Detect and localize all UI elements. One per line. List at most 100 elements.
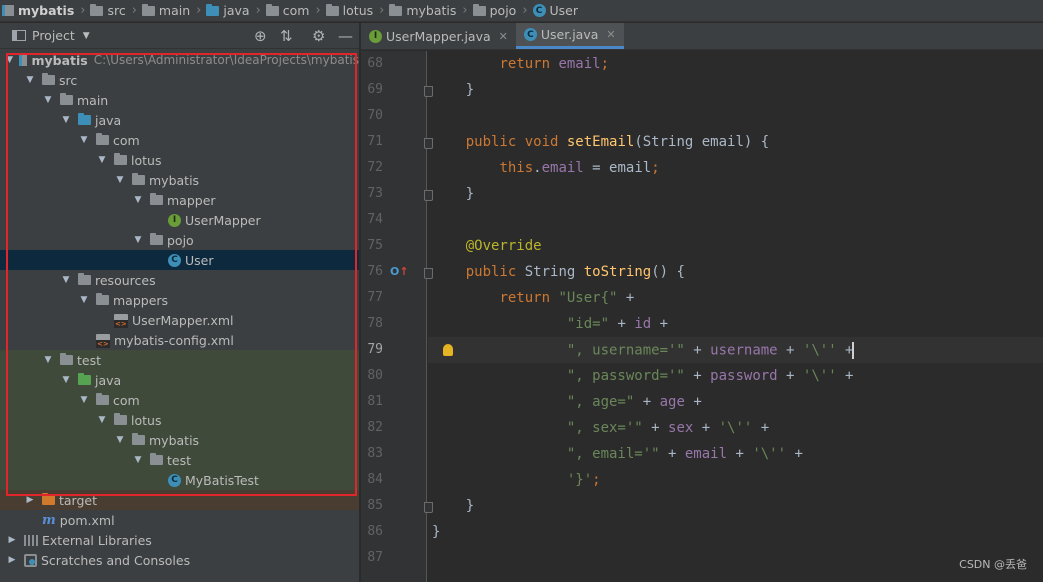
class-icon: C: [168, 253, 181, 267]
chevron-down-icon[interactable]: ▼: [6, 55, 13, 65]
breadcrumb-item[interactable]: lotus: [325, 3, 373, 18]
tree-item[interactable]: ▼ mapper: [0, 190, 359, 210]
code-token: '\'': [752, 446, 787, 462]
chevron-down-icon[interactable]: ▼: [60, 115, 72, 125]
tab-user-java[interactable]: C User.java ✕: [515, 23, 624, 49]
tree-item[interactable]: ▶ Scratches and Consoles: [0, 550, 359, 570]
chevron-down-icon[interactable]: ▼: [78, 295, 90, 305]
chevron-down-icon[interactable]: ▼: [60, 275, 72, 285]
chevron-down-icon[interactable]: ▼: [78, 135, 90, 145]
code-line[interactable]: }: [432, 498, 474, 514]
breadcrumb-label: src: [107, 3, 126, 18]
tree-item[interactable]: m pom.xml: [0, 510, 359, 530]
class-icon: C: [532, 4, 546, 17]
chevron-down-icon[interactable]: ▼: [42, 355, 54, 365]
code-line[interactable]: ", username='" + username + '\'' +: [432, 342, 855, 359]
collapse-all-icon[interactable]: ⇅: [280, 27, 293, 45]
tree-item[interactable]: ▼ src: [0, 70, 359, 90]
tree-item[interactable]: ▼ mybatis: [0, 430, 359, 450]
minimize-icon[interactable]: —: [338, 27, 353, 45]
close-icon[interactable]: ✕: [499, 30, 508, 43]
tree-item[interactable]: ▼ mybatis: [0, 170, 359, 190]
chevron-down-icon[interactable]: ▼: [132, 235, 144, 245]
chevron-right-icon[interactable]: ▶: [6, 535, 18, 545]
code-line[interactable]: return "User{" +: [432, 290, 634, 306]
tree-item[interactable]: ▼ resources: [0, 270, 359, 290]
close-icon[interactable]: ✕: [606, 28, 615, 41]
tree-item[interactable]: ▼ test: [0, 450, 359, 470]
tree-item-label: test: [77, 352, 102, 368]
code-line[interactable]: "id=" + id +: [432, 316, 668, 332]
chevron-down-icon[interactable]: ▼: [83, 31, 90, 41]
tree-item[interactable]: ▼ mappers: [0, 290, 359, 310]
tree-item[interactable]: ▼ mybatis C:\Users\Administrator\IdeaProje…: [0, 50, 359, 70]
chevron-down-icon[interactable]: ▼: [114, 175, 126, 185]
breadcrumb-label: java: [223, 3, 250, 18]
chevron-down-icon[interactable]: ▼: [96, 155, 108, 165]
breadcrumb-label: com: [282, 3, 310, 18]
tree-item[interactable]: C MyBatisTest: [0, 470, 359, 490]
tree-item[interactable]: ▼ lotus: [0, 150, 359, 170]
code-line[interactable]: ", sex='" + sex + '\'' +: [432, 420, 769, 436]
breadcrumb-item[interactable]: C User: [532, 3, 578, 18]
package-icon: [150, 453, 163, 465]
breadcrumb-separator-icon: ›: [131, 3, 137, 18]
tree-item[interactable]: ▼ com: [0, 390, 359, 410]
override-icon[interactable]: O↑: [390, 265, 409, 278]
code-line[interactable]: return email;: [432, 56, 609, 72]
chevron-down-icon[interactable]: ▼: [24, 75, 36, 85]
breadcrumb-item[interactable]: mybatis: [389, 3, 456, 18]
chevron-down-icon[interactable]: ▼: [60, 375, 72, 385]
tree-item[interactable]: ▼ main: [0, 90, 359, 110]
tree-item[interactable]: ▼ java: [0, 110, 359, 130]
tree-item[interactable]: ▶ target: [0, 490, 359, 510]
tree-item[interactable]: ▼ com: [0, 130, 359, 150]
tree-item[interactable]: C User: [0, 250, 359, 270]
breadcrumb-item[interactable]: pojo: [472, 3, 516, 18]
code-line[interactable]: public String toString() {: [432, 264, 685, 280]
tree-item[interactable]: ▼ pojo: [0, 230, 359, 250]
code-token: +: [684, 394, 702, 410]
folder-icon: [42, 73, 55, 85]
code-line[interactable]: ", email='" + email + '\'' +: [432, 446, 803, 462]
chevron-down-icon[interactable]: ▼: [42, 95, 54, 105]
line-number: 76: [367, 264, 383, 279]
chevron-down-icon[interactable]: ▼: [96, 415, 108, 425]
chevron-down-icon[interactable]: ▼: [132, 195, 144, 205]
tree-item-label: mybatis: [149, 432, 200, 448]
code-line[interactable]: }: [432, 82, 474, 98]
code-line[interactable]: ", password='" + password + '\'' +: [432, 368, 854, 384]
code-line[interactable]: }: [432, 524, 440, 540]
tree-item[interactable]: I UserMapper: [0, 210, 359, 230]
tree-item[interactable]: ▼ java: [0, 370, 359, 390]
code-line[interactable]: this.email = email;: [432, 160, 659, 176]
chevron-down-icon[interactable]: ▼: [78, 395, 90, 405]
chevron-right-icon[interactable]: ▶: [24, 495, 36, 505]
chevron-down-icon[interactable]: ▼: [132, 455, 144, 465]
chevron-down-icon[interactable]: ▼: [114, 435, 126, 445]
code-token: +: [836, 368, 854, 384]
code-line[interactable]: @Override: [432, 238, 542, 254]
chevron-right-icon[interactable]: ▶: [6, 555, 18, 565]
tree-item[interactable]: ▼ lotus: [0, 410, 359, 430]
gear-icon[interactable]: ⚙: [312, 27, 325, 45]
code-line[interactable]: '}';: [432, 472, 601, 488]
breadcrumb-item[interactable]: com: [265, 3, 310, 18]
tab-usermapper-java[interactable]: I UserMapper.java ✕: [361, 23, 516, 49]
package-icon: [472, 3, 486, 16]
code-line[interactable]: public void setEmail(String email) {: [432, 134, 769, 150]
breadcrumb-item[interactable]: main: [141, 3, 191, 18]
project-panel-header[interactable]: Project ▼ ⊕ ⇅ ⚙ —: [0, 23, 359, 49]
code-line[interactable]: }: [432, 186, 474, 202]
code-line[interactable]: ", age=" + age +: [432, 394, 702, 410]
code-editor[interactable]: 68 69 70 71 72 73 74 75 76 O↑ 77 78 79 80 81 82 83 84 85 86…: [361, 51, 1043, 582]
breadcrumb-label: main: [158, 3, 191, 18]
tree-item[interactable]: UserMapper.xml: [0, 310, 359, 330]
locate-icon[interactable]: ⊕: [254, 27, 267, 45]
tree-item[interactable]: ▶ External Libraries: [0, 530, 359, 550]
breadcrumb-item[interactable]: src: [90, 3, 126, 18]
tree-item[interactable]: ▼ test: [0, 350, 359, 370]
breadcrumb-item[interactable]: java: [206, 3, 250, 18]
tree-item[interactable]: mybatis-config.xml: [0, 330, 359, 350]
breadcrumb-item[interactable]: mybatis: [2, 3, 74, 18]
